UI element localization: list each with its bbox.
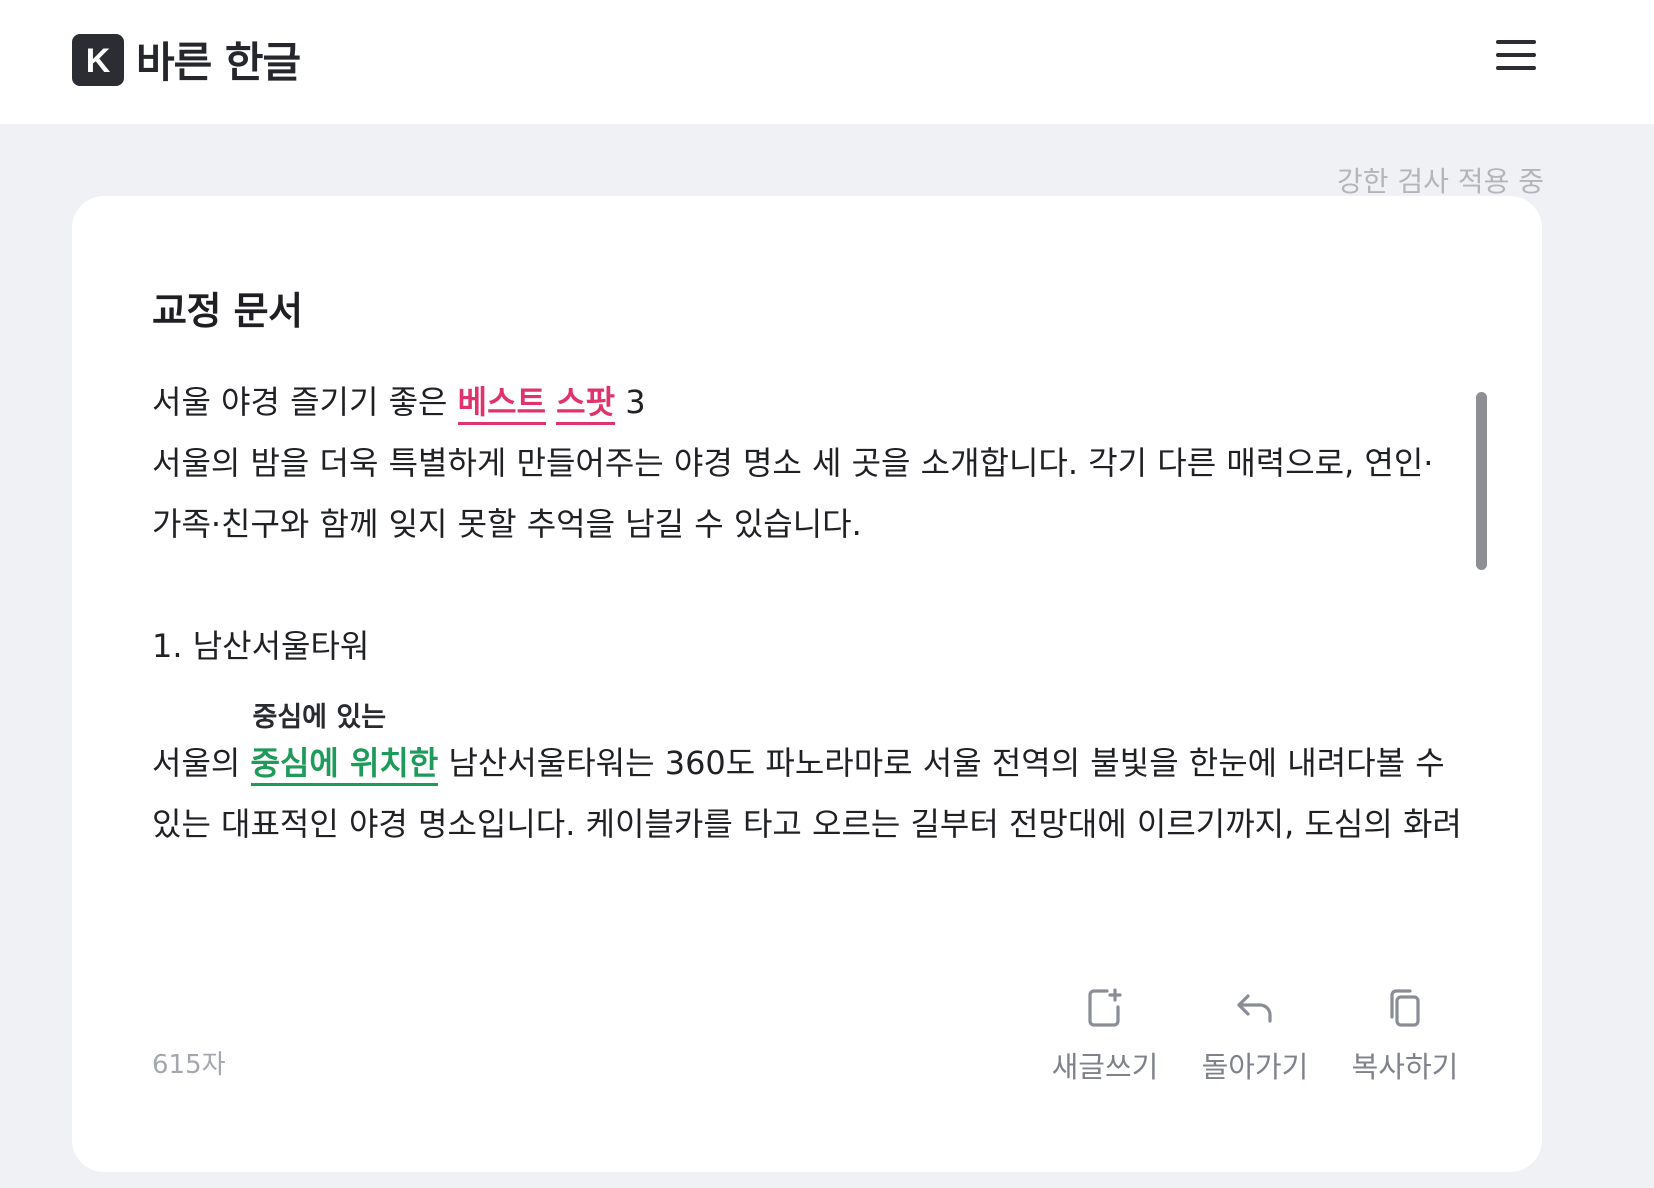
correction-suggestion[interactable]: 중심에 있는 [253,703,387,733]
correction-mark[interactable]: 중심에 있는 중심에 위치한 [250,703,439,786]
logo-icon: K [72,33,124,86]
vertical-scrollbar[interactable] [1476,392,1487,570]
hamburger-menu-icon [1496,40,1536,70]
svg-text:K: K [86,42,111,80]
document-line-1: 서울 야경 즐기기 좋은 최고베스트 장소스팟 3 [152,372,1462,433]
corrected-document-card: 교정 문서 서울 야경 즐기기 좋은 최고베스트 장소스팟 3 서울의 밤을 더… [72,196,1542,1172]
new-document-button[interactable]: 새글쓰기 [1030,986,1180,1086]
top-header: K 바른 한글 [0,0,1654,124]
undo-arrow-icon [1233,986,1277,1030]
new-document-icon [1083,986,1127,1030]
character-count: 615자 [152,1050,226,1080]
hamburger-menu-button[interactable] [1488,32,1544,78]
action-bar: 새글쓰기 돌아가기 복사하기 [1030,986,1480,1086]
app-name: 바른 한글 [136,38,301,87]
copy-icon [1383,986,1427,1030]
document-title: 교정 문서 [152,289,303,333]
go-back-button[interactable]: 돌아가기 [1180,986,1330,1086]
check-mode-label: 강한 검사 적용 중 [1336,165,1544,198]
correction-mark[interactable]: 최고베스트 [457,382,546,425]
correction-mark[interactable]: 장소스팟 [556,382,616,425]
app-logo[interactable]: K 바른 한글 [72,29,301,90]
copy-button[interactable]: 복사하기 [1330,986,1480,1086]
section-heading: 1. 남산서울타워 [152,627,370,665]
document-paragraph: 서울의 밤을 더욱 특별하게 만들어주는 야경 명소 세 곳을 소개합니다. 각… [152,444,1434,543]
document-paragraph: 서울의 중심에 있는 중심에 위치한 남산서울타워는 360도 파노라마로 서울 … [152,702,1462,844]
